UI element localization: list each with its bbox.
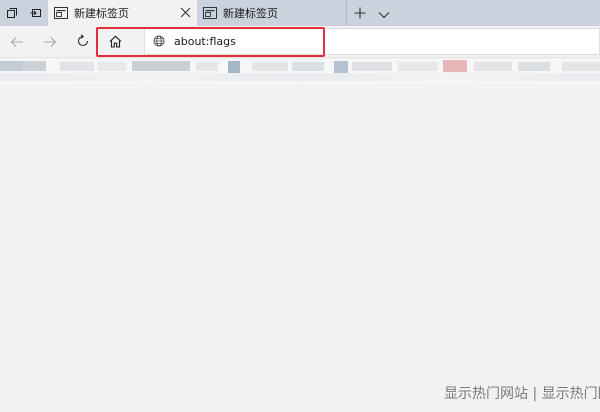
- favorites-item-pixelated[interactable]: [518, 62, 550, 71]
- favorites-item-pixelated[interactable]: [474, 62, 512, 71]
- back-arrow-icon: [10, 33, 24, 52]
- forward-arrow-icon: [43, 33, 57, 52]
- set-tabs-aside-icon: [30, 4, 42, 23]
- chevron-down-icon: [378, 4, 390, 23]
- favorites-item-pixelated[interactable]: [562, 62, 600, 71]
- favorites-item-pixelated[interactable]: [196, 62, 218, 71]
- favorites-item-pixelated[interactable]: [443, 60, 467, 72]
- tab-list-button[interactable]: [372, 0, 396, 26]
- favorites-item-pixelated[interactable]: [334, 61, 348, 73]
- new-tab-button[interactable]: [348, 0, 372, 26]
- favorites-item-pixelated[interactable]: [0, 61, 22, 71]
- favorites-item-pixelated[interactable]: [398, 62, 438, 71]
- favorites-item-pixelated[interactable]: [292, 62, 324, 71]
- watermark-text: 显示热门网站 | 显示热门网站: [444, 386, 600, 402]
- favorites-item-pixelated[interactable]: [60, 62, 94, 71]
- back-button[interactable]: [4, 30, 30, 54]
- refresh-button[interactable]: [70, 30, 96, 54]
- annotation-highlight-box: [96, 27, 325, 57]
- favorites-item-pixelated[interactable]: [228, 61, 240, 73]
- tab-label: 新建标签页: [74, 7, 129, 20]
- tab-inactive[interactable]: 新建标签页: [197, 0, 347, 26]
- favorites-row-pixelated: [0, 73, 600, 81]
- favorites-bar: [0, 59, 600, 84]
- tab-page-icon: [54, 7, 68, 19]
- favorites-item-pixelated[interactable]: [22, 61, 46, 71]
- set-tabs-aside-button[interactable]: [24, 0, 48, 26]
- favorites-item-pixelated[interactable]: [252, 62, 288, 71]
- close-tab-icon[interactable]: [180, 7, 191, 18]
- tab-page-icon: [203, 7, 217, 19]
- forward-button[interactable]: [37, 30, 63, 54]
- refresh-icon: [76, 33, 90, 52]
- tab-preview-button[interactable]: [0, 0, 24, 26]
- favorites-item-pixelated[interactable]: [98, 62, 126, 71]
- new-tab-plus-icon: [354, 4, 366, 23]
- tab-active[interactable]: 新建标签页: [48, 0, 197, 26]
- tab-strip: 新建标签页 新建标签页: [0, 0, 600, 26]
- tab-preview-icon: [6, 4, 18, 23]
- tab-label: 新建标签页: [223, 7, 278, 20]
- favorites-item-pixelated[interactable]: [132, 61, 190, 71]
- favorites-item-pixelated[interactable]: [352, 62, 392, 71]
